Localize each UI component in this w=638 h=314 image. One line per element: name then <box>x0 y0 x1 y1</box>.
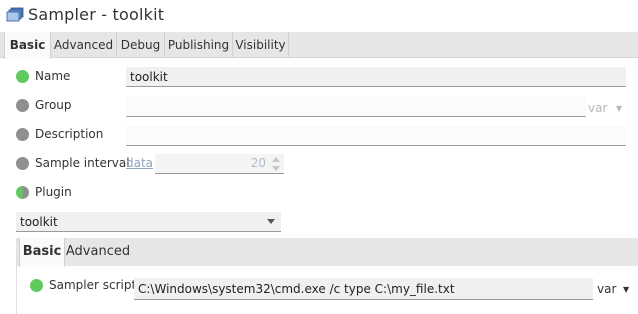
group-status-icon <box>16 99 29 112</box>
plugin-status-icon <box>16 186 29 199</box>
sample-interval-data-link[interactable]: data <box>126 156 153 170</box>
sample-interval-status-icon <box>16 157 29 170</box>
sampler-script-field[interactable]: C:\Windows\system32\cmd.exe /c type C:\m… <box>134 278 593 300</box>
sampler-script-var-select[interactable]: var <box>597 282 616 296</box>
sampler-script-label: Sampler script <box>49 278 137 292</box>
plugin-select[interactable]: toolkit <box>16 212 281 232</box>
chevron-down-icon[interactable] <box>267 219 275 224</box>
tab-advanced[interactable]: Advanced <box>51 32 117 58</box>
sampler-window-icon <box>6 7 24 22</box>
plugin-tab-basic[interactable]: Basic <box>19 238 65 267</box>
name-status-icon <box>16 70 29 83</box>
tab-debug[interactable]: Debug <box>117 32 165 58</box>
tab-publishing[interactable]: Publishing <box>165 32 233 58</box>
description-status-icon <box>16 128 29 141</box>
increment-icon[interactable] <box>272 157 280 162</box>
sampler-script-status-icon <box>30 279 43 292</box>
main-tab-bar: Basic Advanced Debug Publishing Visibili… <box>0 32 638 59</box>
plugin-tab-bar: Basic Advanced <box>17 238 638 267</box>
group-field[interactable] <box>126 97 586 117</box>
plugin-settings-panel: Basic Advanced <box>16 238 638 314</box>
decrement-icon[interactable] <box>272 166 280 171</box>
name-label: Name <box>35 69 71 83</box>
plugin-tab-advanced[interactable]: Advanced <box>65 238 131 266</box>
sample-interval-stepper[interactable]: 20 <box>155 154 284 174</box>
title-bar: Sampler - toolkit <box>0 0 638 32</box>
tab-visibility[interactable]: Visibility <box>233 32 289 58</box>
sample-interval-label: Sample interval <box>35 156 130 170</box>
description-label: Description <box>35 127 104 141</box>
description-field[interactable] <box>126 126 626 146</box>
window-title: Sampler - toolkit <box>28 5 165 24</box>
group-var-caret-icon[interactable]: ▼ <box>616 104 622 113</box>
sampler-script-var-caret-icon[interactable]: ▼ <box>623 285 629 294</box>
sample-interval-value: 20 <box>250 156 266 170</box>
group-label: Group <box>35 98 72 112</box>
name-field[interactable]: toolkit <box>126 67 626 87</box>
plugin-select-value: toolkit <box>20 215 58 229</box>
plugin-label: Plugin <box>35 185 72 199</box>
group-var-select[interactable]: var <box>588 101 607 115</box>
tab-basic[interactable]: Basic <box>4 32 51 59</box>
